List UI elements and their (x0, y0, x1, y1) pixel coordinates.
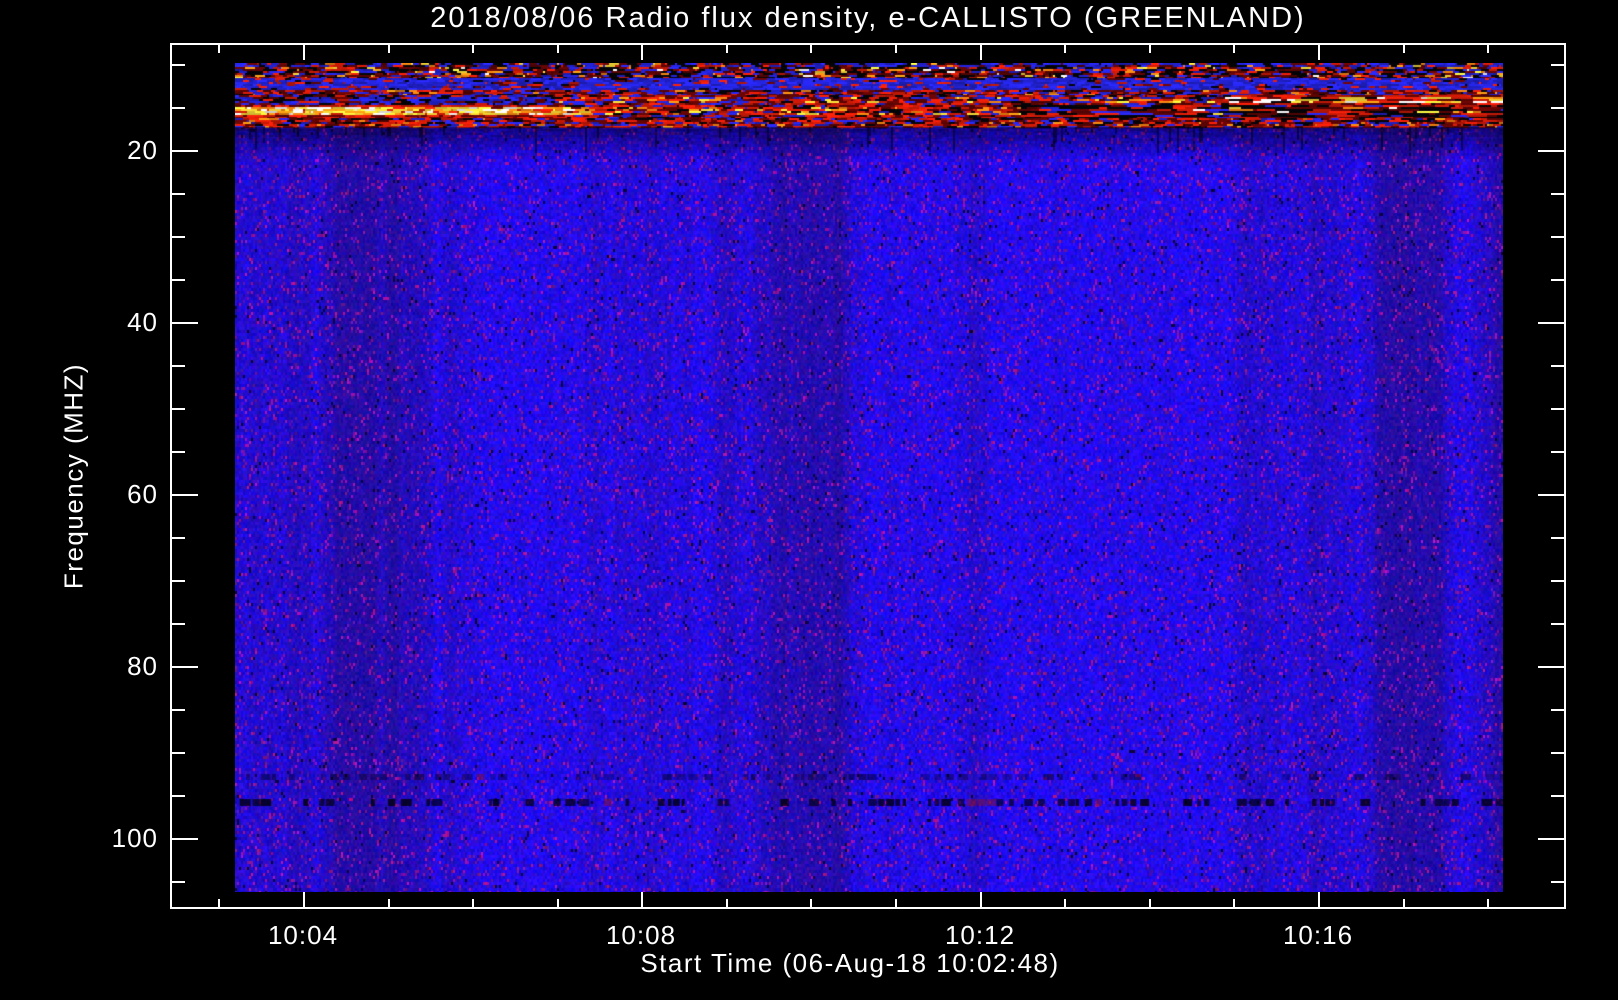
y-axis-minor-tick (172, 193, 185, 195)
x-axis-major-tick-top (980, 45, 982, 60)
x-axis-minor-tick (726, 899, 728, 907)
x-axis-minor-tick (388, 899, 390, 907)
x-axis-minor-tick-top (1403, 45, 1405, 53)
x-axis-minor-tick (1403, 899, 1405, 907)
x-tick-label: 10:04 (267, 920, 339, 950)
y-axis-minor-tick (172, 580, 185, 582)
y-axis-major-tick-right (1538, 838, 1564, 840)
x-axis-major-tick-top (1318, 45, 1320, 60)
y-axis-minor-tick-right (1551, 279, 1564, 281)
y-axis-minor-tick (172, 623, 185, 625)
y-axis-minor-tick (172, 64, 185, 66)
y-axis-minor-tick (172, 881, 185, 883)
y-axis-minor-tick-right (1551, 795, 1564, 797)
y-axis-major-tick-right (1538, 666, 1564, 668)
y-axis-minor-tick-right (1551, 623, 1564, 625)
y-axis-minor-tick (172, 365, 185, 367)
y-axis-minor-tick (172, 709, 185, 711)
x-axis-major-tick (303, 892, 305, 907)
x-axis-minor-tick (557, 899, 559, 907)
x-axis-minor-tick-top (472, 45, 474, 53)
x-axis-minor-tick (1487, 899, 1489, 907)
x-axis-minor-tick (1233, 899, 1235, 907)
x-axis-minor-tick-top (1487, 45, 1489, 53)
y-axis-minor-tick (172, 752, 185, 754)
y-axis-minor-tick (172, 795, 185, 797)
y-tick-label: 80 (127, 651, 158, 681)
y-axis-minor-tick-right (1551, 365, 1564, 367)
y-axis-minor-tick-right (1551, 408, 1564, 410)
y-axis-minor-tick-right (1551, 881, 1564, 883)
y-axis-minor-tick-right (1551, 580, 1564, 582)
y-tick-label: 20 (127, 135, 158, 165)
x-axis-minor-tick (472, 899, 474, 907)
x-tick-label: 10:16 (1282, 920, 1354, 950)
y-axis-minor-tick-right (1551, 64, 1564, 66)
y-axis-minor-tick (172, 107, 185, 109)
x-axis-label: Start Time (06-Aug-18 10:02:48) (640, 948, 1060, 978)
x-axis-minor-tick-top (557, 45, 559, 53)
x-axis-minor-tick (810, 899, 812, 907)
y-axis-minor-tick-right (1551, 451, 1564, 453)
y-axis-major-tick (172, 666, 198, 668)
x-axis-minor-tick-top (1149, 45, 1151, 53)
x-tick-label: 10:08 (605, 920, 677, 950)
y-axis-major-tick (172, 838, 198, 840)
y-axis-minor-tick (172, 537, 185, 539)
y-axis-major-tick-right (1538, 150, 1564, 152)
plot-frame (170, 43, 1566, 909)
x-axis-minor-tick (218, 899, 220, 907)
x-axis-minor-tick-top (810, 45, 812, 53)
y-axis-major-tick-right (1538, 322, 1564, 324)
y-tick-label: 100 (111, 823, 158, 853)
y-axis-minor-tick-right (1551, 709, 1564, 711)
y-axis-major-tick (172, 150, 198, 152)
y-axis-minor-tick-right (1551, 193, 1564, 195)
x-axis-minor-tick-top (388, 45, 390, 53)
x-axis-major-tick-top (641, 45, 643, 60)
y-axis-minor-tick (172, 236, 185, 238)
y-tick-label: 40 (127, 307, 158, 337)
x-axis-minor-tick-top (1064, 45, 1066, 53)
callisto-spectrogram-page: { "page": { "background": "#000000", "te… (0, 0, 1618, 1000)
x-axis-minor-tick (1064, 899, 1066, 907)
x-axis-minor-tick-top (726, 45, 728, 53)
y-axis-label: Frequency (MHZ) (58, 362, 89, 590)
y-axis-major-tick-right (1538, 494, 1564, 496)
y-axis-minor-tick (172, 451, 185, 453)
y-axis-minor-tick-right (1551, 107, 1564, 109)
y-axis-minor-tick (172, 279, 185, 281)
x-axis-major-tick (1318, 892, 1320, 907)
y-axis-minor-tick-right (1551, 236, 1564, 238)
y-axis-minor-tick-right (1551, 537, 1564, 539)
x-axis-major-tick-top (303, 45, 305, 60)
x-axis-minor-tick (1149, 899, 1151, 907)
y-axis-minor-tick (172, 408, 185, 410)
x-axis-minor-tick-top (218, 45, 220, 53)
y-axis-minor-tick-right (1551, 752, 1564, 754)
x-tick-label: 10:12 (944, 920, 1016, 950)
x-axis-minor-tick-top (895, 45, 897, 53)
x-axis-major-tick (980, 892, 982, 907)
x-axis-major-tick (641, 892, 643, 907)
figure: 2018/08/06 Radio flux density, e-CALLIST… (0, 0, 1618, 1000)
y-axis-major-tick (172, 494, 198, 496)
x-axis-minor-tick-top (1233, 45, 1235, 53)
y-axis-major-tick (172, 322, 198, 324)
x-axis-minor-tick (895, 899, 897, 907)
chart-title: 2018/08/06 Radio flux density, e-CALLIST… (430, 2, 1306, 34)
